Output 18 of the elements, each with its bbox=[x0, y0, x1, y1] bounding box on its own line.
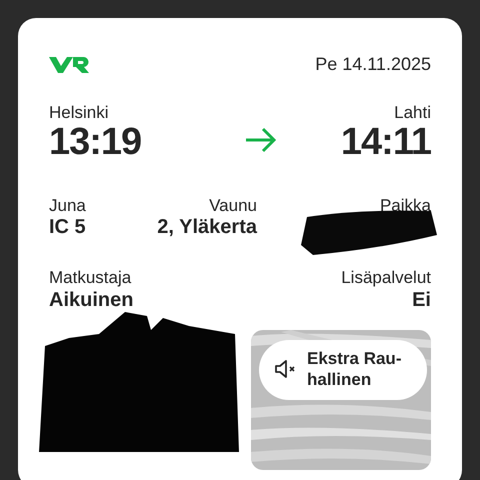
logo-icon bbox=[49, 56, 91, 74]
field-label: Matkustaja bbox=[49, 269, 132, 288]
field-value: 2, Yläkerta bbox=[156, 215, 257, 240]
muted-speaker-icon bbox=[275, 359, 297, 380]
field-label: Vaunu bbox=[208, 196, 257, 216]
field-value: Aikuinen bbox=[49, 288, 134, 312]
station-name: Helsinki bbox=[49, 104, 110, 123]
field-value: IC 5 bbox=[49, 215, 87, 240]
arrow-icon bbox=[245, 126, 278, 153]
field-label: Paikka bbox=[378, 196, 431, 216]
departure-time: 13:19 bbox=[49, 122, 142, 163]
field-value: Ei bbox=[411, 288, 431, 312]
field-label: Lisäpalvelut bbox=[341, 269, 431, 288]
field-label: Juna bbox=[49, 196, 87, 216]
feature-label: Ekstra Rau-hallinen bbox=[307, 348, 402, 390]
arrival-time: 14:11 bbox=[340, 122, 431, 163]
station-name: Lahti bbox=[393, 104, 431, 123]
travel-date: Pe 14.11.2025 bbox=[315, 53, 431, 76]
